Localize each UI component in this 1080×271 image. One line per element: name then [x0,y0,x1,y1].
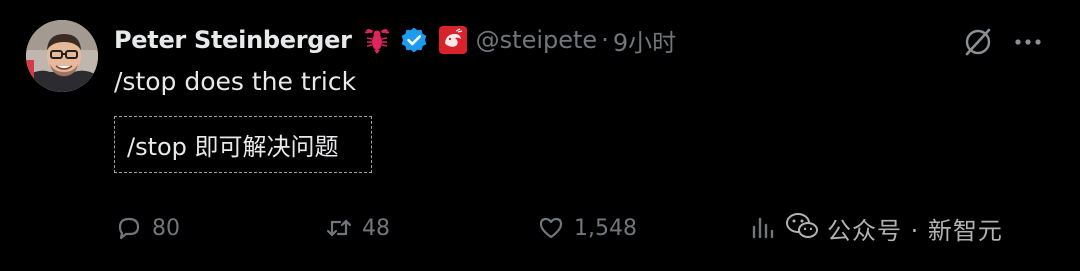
repost-count: 48 [362,215,390,241]
reply-button[interactable]: 80 [114,208,180,248]
grok-icon[interactable] [962,26,994,58]
repost-icon [324,213,354,243]
reply-icon [114,213,144,243]
translation-text: /stop 即可解决问题 [127,133,339,161]
tweet-header: Peter Steinberger @steipete · 9小时 [114,22,676,58]
heart-icon [536,213,566,243]
separator-dot: · [601,26,609,54]
tweet-text: /stop does the trick [114,67,357,96]
translation-box: /stop 即可解决问题 [114,116,372,173]
avatar-image [26,20,98,92]
watermark: 公众号 · 新智元 [785,210,1003,246]
views-button[interactable] [748,208,786,248]
more-options-icon[interactable] [1010,26,1046,58]
repost-button[interactable]: 48 [324,208,390,248]
views-chart-icon [748,213,778,243]
reply-count: 80 [152,215,180,241]
red-org-badge-icon[interactable] [438,25,468,55]
wechat-icon [785,211,819,245]
lobster-icon [362,25,392,55]
watermark-text: 公众号 · 新智元 [827,216,1003,245]
verified-badge-icon[interactable] [400,26,428,54]
display-name[interactable]: Peter Steinberger [114,26,352,54]
timestamp[interactable]: 9小时 [613,23,676,58]
avatar[interactable] [26,20,98,92]
like-button[interactable]: 1,548 [536,208,637,248]
like-count: 1,548 [574,215,637,241]
author-handle[interactable]: @steipete [476,26,598,54]
